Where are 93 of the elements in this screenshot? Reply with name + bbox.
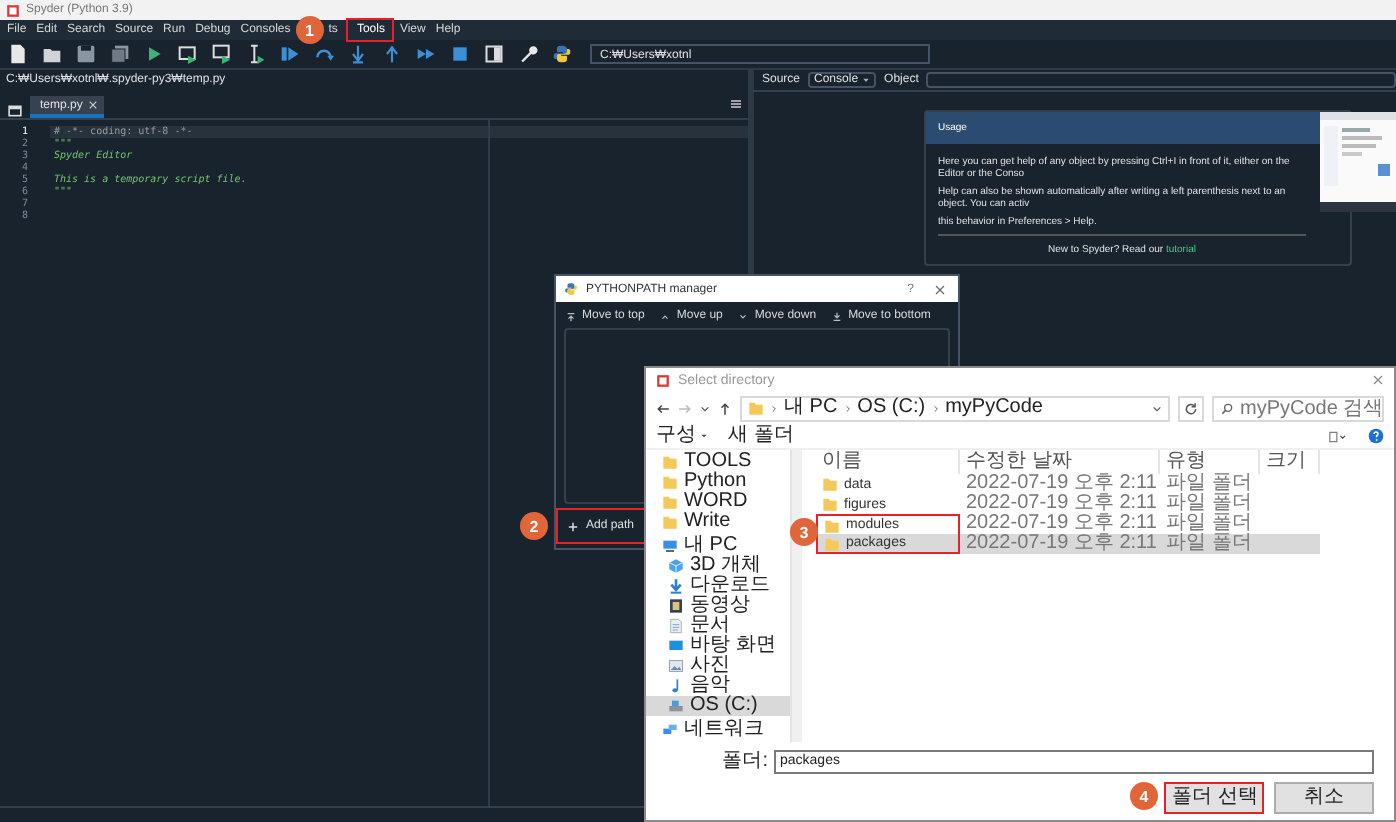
breadcrumb-item[interactable]: OS (C:)	[857, 396, 926, 420]
step-badge: 4	[1130, 782, 1158, 810]
back-arrow-icon[interactable]	[656, 401, 670, 415]
download-icon	[668, 578, 684, 594]
chevron-icon	[843, 403, 852, 413]
move-bottom-icon	[832, 311, 843, 321]
folder-label: 폴더:	[722, 750, 768, 774]
up-arrow-icon[interactable]	[718, 401, 732, 415]
python-icon	[564, 282, 578, 296]
file-type: 파일 폴더	[1166, 534, 1252, 554]
save-icon[interactable]	[76, 44, 96, 64]
tab-list-icon[interactable]	[8, 104, 22, 118]
caret-icon	[700, 432, 708, 440]
folder-icon	[748, 400, 764, 416]
close-icon[interactable]	[1372, 374, 1384, 386]
drive-icon	[668, 698, 684, 714]
film-icon	[668, 598, 684, 614]
modified-date: 2022-07-19 오후 2:11	[966, 514, 1157, 534]
refresh-icon	[1184, 401, 1198, 415]
chevron-icon	[770, 403, 778, 413]
monitor-icon	[668, 638, 684, 654]
plus-icon	[568, 521, 578, 531]
chevron-up-icon	[660, 311, 671, 321]
nav-item[interactable]: 사진	[646, 656, 790, 676]
document-icon	[668, 618, 684, 634]
nav-item[interactable]: 다운로드	[646, 576, 790, 596]
nav-item[interactable]: OS (C:)	[646, 696, 790, 716]
column-header[interactable]: 수정한 날짜	[960, 450, 1160, 474]
run-cell-icon[interactable]	[178, 44, 198, 64]
breadcrumb-item[interactable]: 내 PC	[784, 396, 838, 420]
nav-item[interactable]: 3D 개체	[646, 556, 790, 576]
close-icon[interactable]	[934, 283, 946, 295]
fast-forward-icon[interactable]	[416, 44, 436, 64]
refresh-button[interactable]	[1178, 395, 1204, 421]
maximize-icon[interactable]	[484, 44, 504, 64]
help-icon[interactable]	[1368, 428, 1384, 444]
dialog-button[interactable]: 폴더 선택	[1164, 782, 1264, 814]
network-icon	[662, 722, 678, 738]
file-type: 파일 폴더	[1166, 514, 1252, 534]
column-header[interactable]: 크기	[1260, 450, 1320, 474]
menu-icon[interactable]	[730, 98, 742, 110]
image-icon	[668, 658, 684, 674]
play-icon[interactable]	[144, 44, 164, 64]
run-cell-icon[interactable]	[212, 44, 232, 64]
breadcrumb-item[interactable]: myPyCode	[945, 396, 1043, 420]
nav-item[interactable]: 내 PC	[646, 536, 790, 556]
chevron-down-icon	[738, 311, 749, 321]
app-icon	[656, 373, 670, 387]
caret-icon[interactable]	[700, 403, 710, 413]
column-header[interactable]: 이름	[816, 450, 960, 474]
column-header[interactable]: 유형	[1160, 450, 1260, 474]
caret-icon[interactable]	[1152, 403, 1162, 413]
object-field[interactable]	[926, 72, 1396, 88]
file-type: 파일 폴더	[1166, 474, 1252, 494]
move-top-icon	[566, 311, 576, 321]
folder-icon[interactable]	[42, 44, 62, 64]
nav-item[interactable]: TOOLS	[646, 452, 790, 472]
modified-date: 2022-07-19 오후 2:11	[966, 534, 1157, 554]
nav-item[interactable]: 동영상	[646, 596, 790, 616]
stop-icon[interactable]	[450, 44, 470, 64]
nav-item[interactable]: 음악	[646, 676, 790, 696]
python-icon[interactable]	[552, 44, 572, 64]
cube-icon	[668, 558, 684, 574]
up-arrow-icon[interactable]	[382, 44, 402, 64]
address-bar[interactable]: 내 PC OS (C:) myPyCode	[740, 395, 1170, 421]
modified-date: 2022-07-19 오후 2:11	[966, 474, 1157, 494]
debug-icon[interactable]	[280, 44, 300, 64]
caret-icon	[862, 76, 871, 84]
file-type: 파일 폴더	[1166, 494, 1252, 514]
nav-item[interactable]: Write	[646, 512, 790, 532]
step-badge: 3	[790, 518, 818, 546]
save-all-icon[interactable]	[110, 44, 130, 64]
modified-date: 2022-07-19 오후 2:11	[966, 494, 1157, 514]
nav-item[interactable]: 바탕 화면	[646, 636, 790, 656]
app-icon	[6, 3, 20, 17]
command-button[interactable]: 구성	[656, 424, 708, 448]
step-over-icon[interactable]	[314, 44, 334, 64]
computer-icon	[662, 538, 678, 554]
music-note-icon	[668, 678, 684, 694]
dialog-button[interactable]: 취소	[1274, 782, 1374, 814]
down-arrow-icon[interactable]	[348, 44, 368, 64]
cursor-icon[interactable]	[246, 44, 266, 64]
view-options-icon[interactable]	[1328, 429, 1348, 443]
chevron-icon	[931, 403, 940, 413]
search-icon	[1220, 401, 1234, 415]
command-button[interactable]: 새 폴더	[728, 424, 794, 448]
file-icon[interactable]	[8, 44, 28, 64]
nav-item[interactable]: WORD	[646, 492, 790, 512]
nav-item[interactable]: 네트워크	[646, 720, 790, 740]
search-field[interactable]: myPyCode 검색	[1212, 395, 1384, 421]
nav-item[interactable]: 문서	[646, 616, 790, 636]
step-badge: 1	[295, 16, 324, 44]
nav-item[interactable]: Python	[646, 472, 790, 492]
